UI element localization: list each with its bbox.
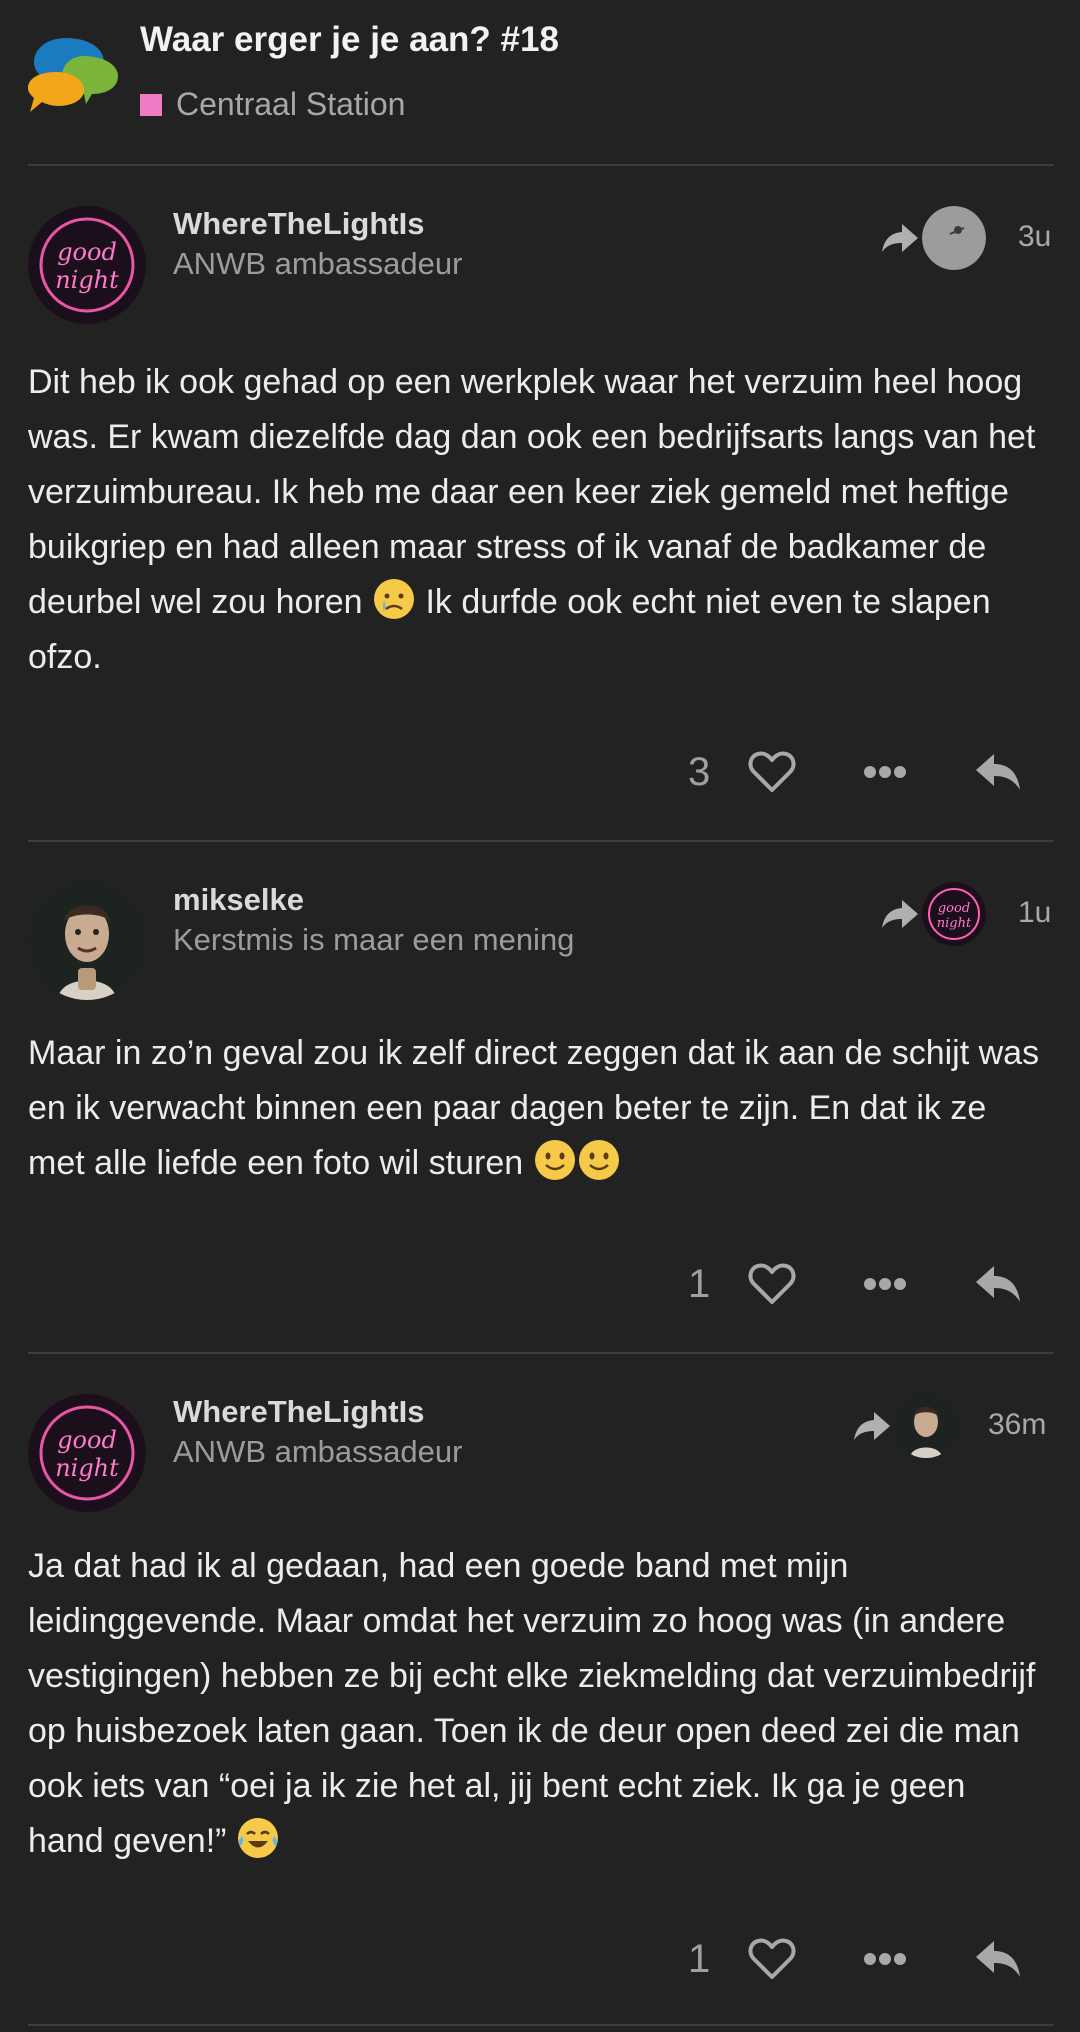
category-color-swatch bbox=[140, 93, 162, 116]
more-options-icon[interactable] bbox=[862, 1951, 908, 1967]
slightly-smiling-face-emoji bbox=[533, 1138, 577, 1182]
divider bbox=[28, 2024, 1054, 2026]
speech-bubbles-logo-icon[interactable] bbox=[26, 34, 122, 116]
slightly-smiling-face-emoji bbox=[577, 1138, 621, 1182]
post-username[interactable]: WhereTheLightIs bbox=[173, 1394, 424, 1430]
post-timestamp[interactable]: 3u bbox=[1018, 220, 1051, 254]
post-body: Maar in zo’n geval zou ik zelf direct ze… bbox=[28, 1026, 1048, 1191]
post-user-title: Kerstmis is maar een mening bbox=[173, 922, 575, 957]
post-actions: 3 bbox=[0, 742, 1080, 802]
like-count[interactable]: 1 bbox=[688, 1929, 710, 1989]
svg-text:night: night bbox=[937, 916, 972, 931]
post-body-text: Ja dat had ik al gedaan, had een goede b… bbox=[28, 1547, 1036, 1860]
svg-text:good: good bbox=[57, 238, 117, 266]
tears-of-joy-emoji bbox=[236, 1816, 280, 1860]
category-label: Centraal Station bbox=[176, 86, 406, 122]
share-arrow-icon bbox=[882, 900, 918, 928]
reply-to-indicator[interactable] bbox=[880, 206, 986, 270]
reply-icon[interactable] bbox=[974, 1937, 1022, 1981]
reply-to-indicator[interactable] bbox=[852, 1394, 958, 1458]
neon-good-night-avatar[interactable]: good night bbox=[28, 206, 146, 324]
post-actions: 1 bbox=[0, 1929, 1080, 1989]
post-body: Dit heb ik ook gehad op een werkplek waa… bbox=[28, 355, 1048, 685]
more-options-icon[interactable] bbox=[862, 1276, 908, 1292]
topic-title[interactable]: Waar erger je je aan? #18 bbox=[140, 20, 559, 60]
svg-text:night: night bbox=[55, 1454, 119, 1482]
heart-icon[interactable] bbox=[748, 1262, 796, 1306]
reply-to-indicator[interactable]: good night bbox=[880, 882, 986, 946]
post-username[interactable]: WhereTheLightIs bbox=[173, 206, 424, 242]
divider bbox=[28, 1352, 1054, 1354]
neon-good-night-avatar: good night bbox=[922, 882, 986, 946]
post-timestamp[interactable]: 1u bbox=[1018, 896, 1051, 930]
post-user-title: ANWB ambassadeur bbox=[173, 1434, 463, 1469]
post-timestamp[interactable]: 36m bbox=[988, 1408, 1046, 1442]
svg-text:good: good bbox=[57, 1426, 117, 1454]
svg-text:night: night bbox=[55, 266, 119, 294]
more-options-icon[interactable] bbox=[862, 764, 908, 780]
share-arrow-icon bbox=[854, 1412, 890, 1440]
grey-avatar bbox=[922, 206, 986, 270]
crying-face-emoji bbox=[372, 577, 416, 621]
post-username[interactable]: mikselke bbox=[173, 882, 304, 918]
neon-good-night-avatar[interactable]: good night bbox=[28, 1394, 146, 1512]
topic-header: Waar erger je je aan? #18 Centraal Stati… bbox=[0, 0, 1080, 150]
share-arrow-icon bbox=[882, 224, 918, 252]
like-count[interactable]: 3 bbox=[688, 742, 710, 802]
post-user-title: ANWB ambassadeur bbox=[173, 246, 463, 281]
post-body: Ja dat had ik al gedaan, had een goede b… bbox=[28, 1539, 1048, 1869]
like-count[interactable]: 1 bbox=[688, 1254, 710, 1314]
man-portrait-avatar[interactable] bbox=[28, 882, 146, 1000]
divider bbox=[28, 840, 1054, 842]
heart-icon[interactable] bbox=[748, 1937, 796, 1981]
category-badge[interactable]: Centraal Station bbox=[140, 86, 405, 123]
man-portrait-avatar bbox=[894, 1394, 958, 1458]
post-actions: 1 bbox=[0, 1254, 1080, 1314]
divider bbox=[28, 164, 1054, 166]
reply-icon[interactable] bbox=[974, 750, 1022, 794]
svg-text:good: good bbox=[938, 901, 970, 916]
reply-icon[interactable] bbox=[974, 1262, 1022, 1306]
heart-icon[interactable] bbox=[748, 750, 796, 794]
